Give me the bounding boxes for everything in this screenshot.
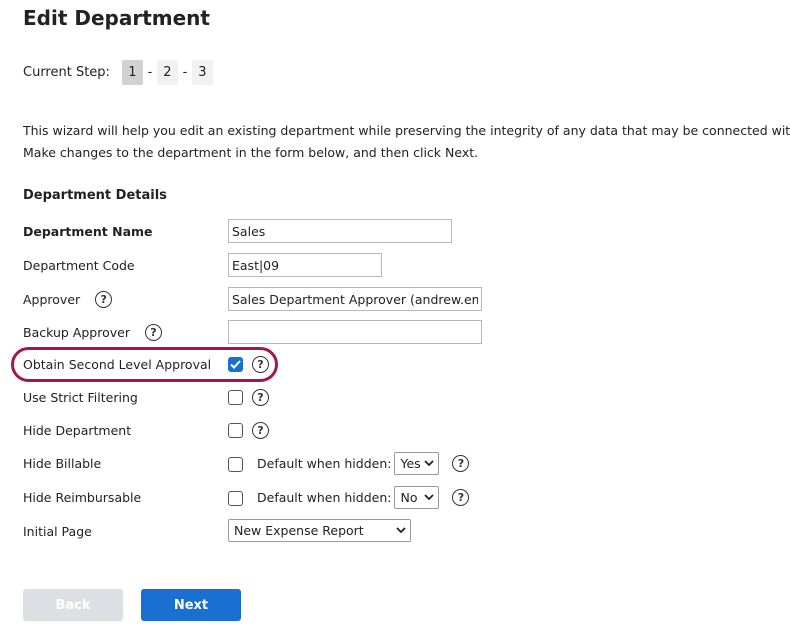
- help-icon[interactable]: ?: [144, 323, 162, 341]
- strict-filtering-label: Use Strict Filtering: [23, 389, 138, 405]
- help-icon[interactable]: ?: [252, 389, 269, 406]
- hide-billable-checkbox[interactable]: [228, 457, 243, 472]
- initial-page-row: Initial Page: [23, 519, 92, 543]
- reimbursable-default-value: No: [400, 490, 418, 505]
- hide-reimbursable-row: Hide Reimbursable: [23, 485, 141, 509]
- approver-row: Approver ?: [23, 287, 113, 311]
- initial-page-value: New Expense Report: [234, 523, 364, 538]
- step-1: 1: [121, 59, 143, 85]
- department-code-row: Department Code: [23, 253, 135, 277]
- chevron-down-icon: [424, 460, 435, 467]
- help-icon[interactable]: ?: [252, 356, 269, 373]
- approver-label: Approver: [23, 291, 81, 307]
- wizard-intro: This wizard will help you edit an existi…: [23, 120, 790, 164]
- intro-line-1: This wizard will help you edit an existi…: [23, 123, 790, 138]
- default-when-hidden-label: Default when hidden:: [257, 456, 392, 471]
- department-name-input[interactable]: [228, 219, 452, 243]
- strict-filtering-row: Use Strict Filtering: [23, 385, 138, 409]
- help-icon[interactable]: ?: [452, 489, 470, 506]
- step-separator: -: [147, 64, 153, 80]
- next-button[interactable]: Next: [141, 589, 241, 621]
- billable-default-value: Yes: [400, 456, 421, 471]
- step-separator: -: [182, 64, 188, 80]
- checkmark-icon: [230, 360, 241, 369]
- help-icon[interactable]: ?: [252, 422, 269, 439]
- department-code-label: Department Code: [23, 257, 135, 273]
- back-button[interactable]: Back: [23, 589, 123, 621]
- help-icon[interactable]: ?: [95, 290, 113, 308]
- hide-reimbursable-label: Hide Reimbursable: [23, 489, 142, 505]
- second-level-approval-label: Obtain Second Level Approval: [23, 356, 212, 372]
- default-when-hidden-label: Default when hidden:: [257, 490, 392, 505]
- step-2: 2: [156, 59, 178, 85]
- chevron-down-icon: [396, 527, 406, 534]
- reimbursable-default-select[interactable]: No: [394, 486, 440, 509]
- backup-approver-label: Backup Approver: [23, 324, 130, 340]
- approver-input[interactable]: [228, 287, 482, 311]
- step-3: 3: [191, 59, 213, 85]
- hide-reimbursable-checkbox[interactable]: [228, 491, 243, 506]
- initial-page-select[interactable]: New Expense Report: [228, 519, 411, 542]
- department-name-row: Department Name: [23, 219, 153, 243]
- help-icon[interactable]: ?: [452, 455, 470, 472]
- department-name-label: Department Name: [23, 223, 153, 239]
- second-level-approval-row: Obtain Second Level Approval: [23, 352, 211, 376]
- section-title: Department Details: [23, 188, 167, 203]
- hide-department-label: Hide Department: [23, 422, 132, 438]
- billable-default-select[interactable]: Yes: [394, 452, 440, 475]
- hide-department-row: Hide Department: [23, 418, 131, 442]
- second-level-approval-checkbox[interactable]: [228, 357, 243, 372]
- intro-line-2: Make changes to the department in the fo…: [23, 145, 479, 160]
- chevron-down-icon: [424, 494, 435, 501]
- initial-page-label: Initial Page: [23, 523, 92, 539]
- strict-filtering-checkbox[interactable]: [228, 390, 243, 405]
- backup-approver-row: Backup Approver ?: [23, 320, 162, 344]
- department-code-input[interactable]: [228, 253, 382, 277]
- step-indicator: Current Step: 1 - 2 - 3: [23, 59, 213, 85]
- hide-billable-label: Hide Billable: [23, 455, 102, 471]
- backup-approver-input[interactable]: [228, 320, 482, 344]
- page-title: Edit Department: [23, 6, 210, 30]
- hide-department-checkbox[interactable]: [228, 423, 243, 438]
- hide-billable-row: Hide Billable: [23, 451, 101, 475]
- current-step-label: Current Step:: [23, 64, 110, 80]
